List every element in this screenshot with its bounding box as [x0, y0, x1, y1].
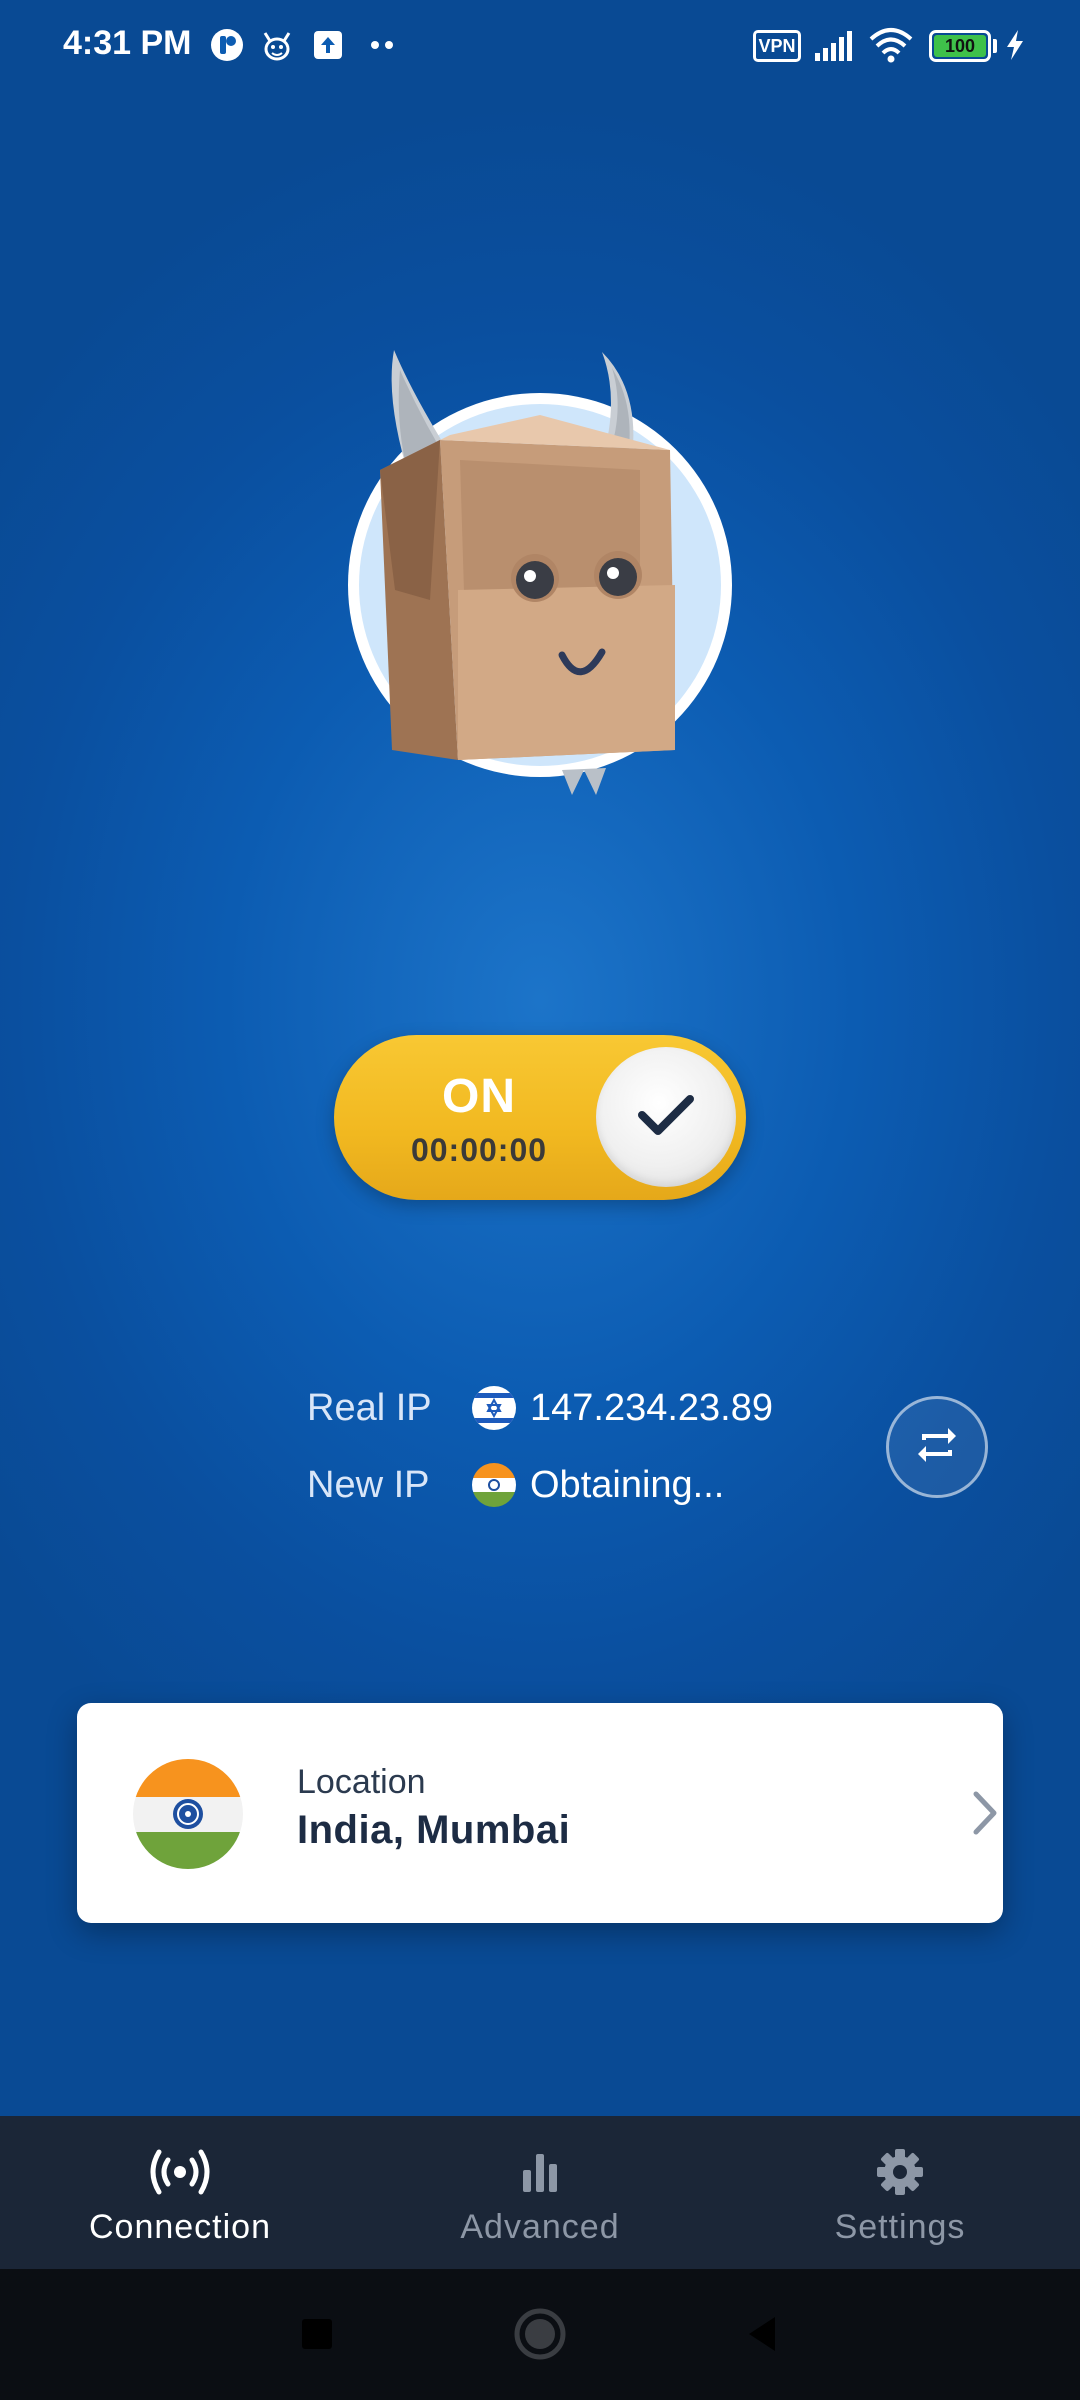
system-nav-bar — [0, 2269, 1080, 2400]
gear-icon — [720, 2144, 1080, 2200]
real-ip-row: Real IP 147.234.23.89 — [307, 1381, 773, 1435]
new-ip-label: New IP — [307, 1463, 430, 1506]
real-ip-label: Real IP — [307, 1386, 432, 1429]
back-triangle-icon[interactable] — [745, 2315, 779, 2358]
tab-connection-label: Connection — [88, 2208, 271, 2246]
tab-connection[interactable]: Connection — [0, 2116, 360, 2269]
location-card[interactable]: Location India, Mumbai — [77, 1703, 1003, 1923]
tab-advanced-label: Advanced — [460, 2208, 620, 2246]
tab-advanced[interactable]: Advanced — [360, 2116, 720, 2269]
broadcast-icon — [0, 2144, 360, 2200]
status-time: 4:31 PM — [63, 24, 192, 62]
wifi-icon — [867, 26, 915, 64]
vpn-toggle[interactable]: ON 00:00:00 — [334, 1035, 746, 1200]
location-caption: Location — [297, 1763, 426, 1801]
checkmark-icon — [636, 1091, 696, 1144]
paper-bag-cow-mascot — [340, 340, 750, 810]
india-flag-icon — [133, 1759, 243, 1869]
signal-icon — [813, 26, 857, 64]
india-flag-icon — [472, 1463, 516, 1507]
tab-settings-label: Settings — [834, 2208, 966, 2246]
chevron-right-icon — [970, 1788, 1000, 1843]
toggle-state-label: ON — [442, 1070, 516, 1123]
more-dots-icon — [368, 26, 398, 64]
battery-tip — [993, 39, 997, 53]
change-ip-button[interactable] — [886, 1396, 988, 1498]
toggle-knob[interactable] — [596, 1047, 736, 1187]
vpn-badge: VPN — [753, 30, 801, 62]
recents-square-icon[interactable] — [300, 2317, 334, 2356]
new-ip-row: New IP Obtaining... — [307, 1458, 724, 1512]
charging-bolt-icon — [1003, 26, 1027, 64]
bar-chart-icon — [360, 2144, 720, 2200]
status-bar: 4:31 PM VPN 100 — [0, 0, 1080, 90]
israel-flag-icon — [472, 1386, 516, 1430]
upload-arrow-icon — [309, 26, 347, 64]
connection-timer: 00:00:00 — [410, 1132, 548, 1168]
home-circle-icon[interactable] — [513, 2307, 567, 2366]
bottom-nav: Connection Advanced Settings — [0, 2116, 1080, 2269]
battery-icon: 100 — [929, 30, 991, 62]
location-value: India, Mumbai — [297, 1808, 571, 1852]
battery-level: 100 — [934, 35, 986, 57]
tab-settings[interactable]: Settings — [720, 2116, 1080, 2269]
new-ip-value: Obtaining... — [530, 1463, 725, 1506]
cat-face-icon — [258, 26, 296, 64]
repeat-icon — [914, 1422, 960, 1473]
real-ip-value: 147.234.23.89 — [530, 1386, 774, 1429]
app-circle-icon — [208, 26, 246, 64]
